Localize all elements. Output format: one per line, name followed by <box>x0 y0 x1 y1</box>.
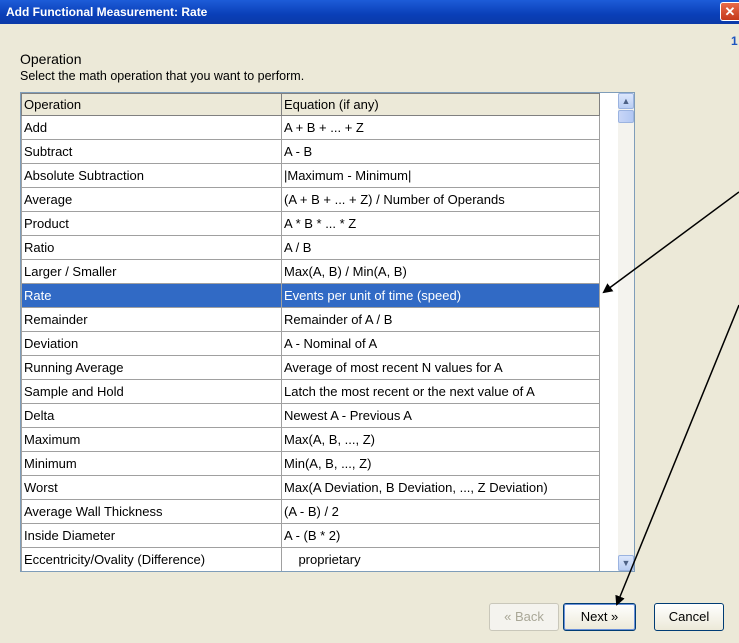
annotation-arrow-to-rate-row <box>602 191 739 294</box>
annotation-arrow-to-next-button <box>615 304 739 606</box>
annotation-arrows <box>602 191 739 606</box>
